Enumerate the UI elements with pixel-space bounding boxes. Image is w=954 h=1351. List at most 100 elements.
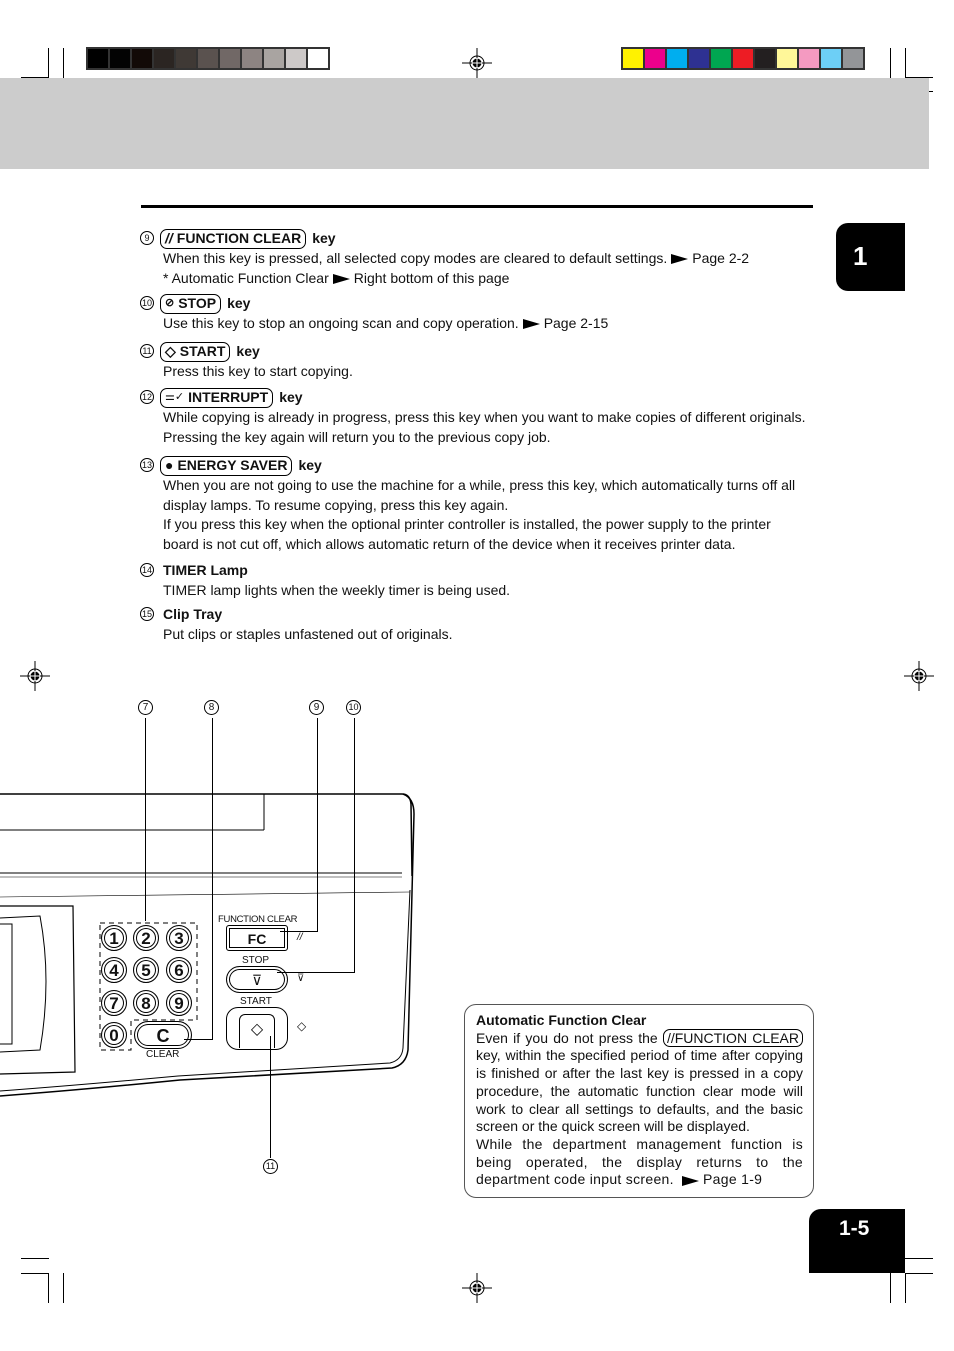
item-number: 14 xyxy=(140,563,154,577)
leader-line xyxy=(354,718,355,973)
item-number: 11 xyxy=(140,344,154,358)
crop-mark xyxy=(21,1273,49,1274)
grayscale-swatch xyxy=(242,49,262,68)
crop-mark xyxy=(48,1273,49,1303)
keypad-key-8[interactable]: 8 xyxy=(133,990,159,1016)
start-key-label: ◇ START xyxy=(160,342,231,362)
process-swatch xyxy=(777,49,797,68)
keypad-key-3[interactable]: 3 xyxy=(166,925,192,951)
stop-button[interactable]: ⊽ xyxy=(226,966,288,993)
leader-line xyxy=(317,718,318,932)
section-rule xyxy=(141,205,813,208)
page-reference: Page 2-2 xyxy=(692,250,750,266)
function-clear-label: FUNCTION CLEAR xyxy=(218,914,298,925)
item-timer-lamp: 14 TIMER Lamp TIMER lamp lights when the… xyxy=(140,562,511,598)
process-swatch xyxy=(645,49,665,68)
stop-icon: ⊽ xyxy=(251,972,263,988)
keypad-key-0[interactable]: 0 xyxy=(101,1022,127,1048)
callout-7: 7 xyxy=(138,700,153,715)
keypad-key-4[interactable]: 4 xyxy=(101,957,127,983)
registration-mark-icon xyxy=(462,48,492,78)
grayscale-swatch xyxy=(132,49,152,68)
callout-9: 9 xyxy=(309,700,324,715)
keypad-key-5[interactable]: 5 xyxy=(133,957,159,983)
grayscale-swatch xyxy=(264,49,284,68)
process-swatch xyxy=(667,49,687,68)
function-clear-icon: // xyxy=(165,230,173,247)
control-panel-diagram xyxy=(0,793,415,1097)
arrow-icon xyxy=(671,254,689,265)
keypad-key-1[interactable]: 1 xyxy=(101,925,127,951)
process-swatch xyxy=(821,49,841,68)
chapter-tab: 1 xyxy=(836,223,905,291)
leader-line xyxy=(270,1036,271,1158)
crop-mark xyxy=(905,1273,906,1303)
start-button[interactable]: ◇ xyxy=(226,1007,288,1050)
crop-mark xyxy=(63,48,64,78)
item-number: 12 xyxy=(140,390,154,404)
page-reference: Page 2-15 xyxy=(543,315,609,331)
callout-10: 10 xyxy=(346,700,361,715)
item-number: 10 xyxy=(140,296,154,310)
callout-11: 11 xyxy=(263,1159,278,1174)
process-swatch xyxy=(733,49,753,68)
crop-mark xyxy=(890,48,891,78)
start-label: START xyxy=(240,996,272,1007)
header-band xyxy=(0,78,929,169)
grayscale-swatch xyxy=(154,49,174,68)
item-number: 13 xyxy=(140,458,154,472)
arrow-icon xyxy=(522,319,540,330)
leader-line xyxy=(277,972,355,973)
process-swatch xyxy=(689,49,709,68)
page-reference: Right bottom of this page xyxy=(353,269,510,286)
process-swatch xyxy=(843,49,863,68)
grayscale-color-bar xyxy=(86,47,330,70)
arrow-icon xyxy=(682,1175,700,1186)
stop-label: STOP xyxy=(242,955,270,966)
grayscale-swatch xyxy=(220,49,240,68)
item-stop: 10 ⊘ STOP key Use this key to stop an ong… xyxy=(140,294,609,331)
arrow-icon xyxy=(332,273,350,284)
registration-mark-icon xyxy=(904,661,934,691)
item-start: 11 ◇ START key Press this key to start co… xyxy=(140,342,353,382)
item-energy-saver: 13 ● ENERGY SAVER key When you are not go… xyxy=(140,456,796,552)
leader-line xyxy=(280,931,318,932)
keypad-key-9[interactable]: 9 xyxy=(166,990,192,1016)
item-clip-tray: 15 Clip Tray Put clips or staples unfast… xyxy=(140,606,453,642)
item-number: 9 xyxy=(140,231,154,245)
item-interrupt: 12 ⚌✓ INTERRUPT key While copying is alre… xyxy=(140,388,806,445)
interrupt-key-label: ⚌✓ INTERRUPT xyxy=(160,388,274,408)
process-color-bar xyxy=(621,47,865,70)
item-function-clear: 9 //FUNCTION CLEAR key When this key is … xyxy=(140,229,749,288)
automatic-function-clear-note: Automatic Function Clear Even if you do … xyxy=(464,1004,814,1198)
grayscale-swatch xyxy=(198,49,218,68)
stop-indicator-icon: ⊽ xyxy=(297,973,305,984)
interrupt-icon: ⚌✓ xyxy=(165,391,185,404)
stop-key-label: ⊘ STOP xyxy=(160,294,222,314)
clear-button[interactable]: C xyxy=(134,1021,192,1049)
function-clear-key-label: //FUNCTION CLEAR xyxy=(160,229,307,249)
start-icon: ◇ xyxy=(165,343,176,360)
keypad-key-6[interactable]: 6 xyxy=(166,957,192,983)
function-clear-indicator-icon: // xyxy=(297,932,303,943)
note-title: Automatic Function Clear xyxy=(476,1012,647,1028)
clear-label: CLEAR xyxy=(146,1049,180,1060)
item-number: 15 xyxy=(140,607,154,621)
process-swatch xyxy=(799,49,819,68)
keypad-key-2[interactable]: 2 xyxy=(133,925,159,951)
grayscale-swatch xyxy=(286,49,306,68)
process-swatch xyxy=(711,49,731,68)
page-reference: Page 1-9 xyxy=(703,1171,763,1188)
process-swatch xyxy=(755,49,775,68)
function-clear-button[interactable]: FC xyxy=(226,925,288,951)
crop-mark xyxy=(905,48,906,78)
registration-mark-icon xyxy=(20,661,50,691)
page-number: 1-5 xyxy=(809,1209,905,1273)
process-swatch xyxy=(623,49,643,68)
leader-line xyxy=(212,718,213,1040)
keypad-key-7[interactable]: 7 xyxy=(101,990,127,1016)
function-clear-key-label: //FUNCTION CLEAR xyxy=(662,1028,803,1047)
crop-mark xyxy=(905,1273,933,1274)
leader-line xyxy=(184,1039,213,1040)
start-indicator-icon: ◇ xyxy=(297,1019,307,1033)
